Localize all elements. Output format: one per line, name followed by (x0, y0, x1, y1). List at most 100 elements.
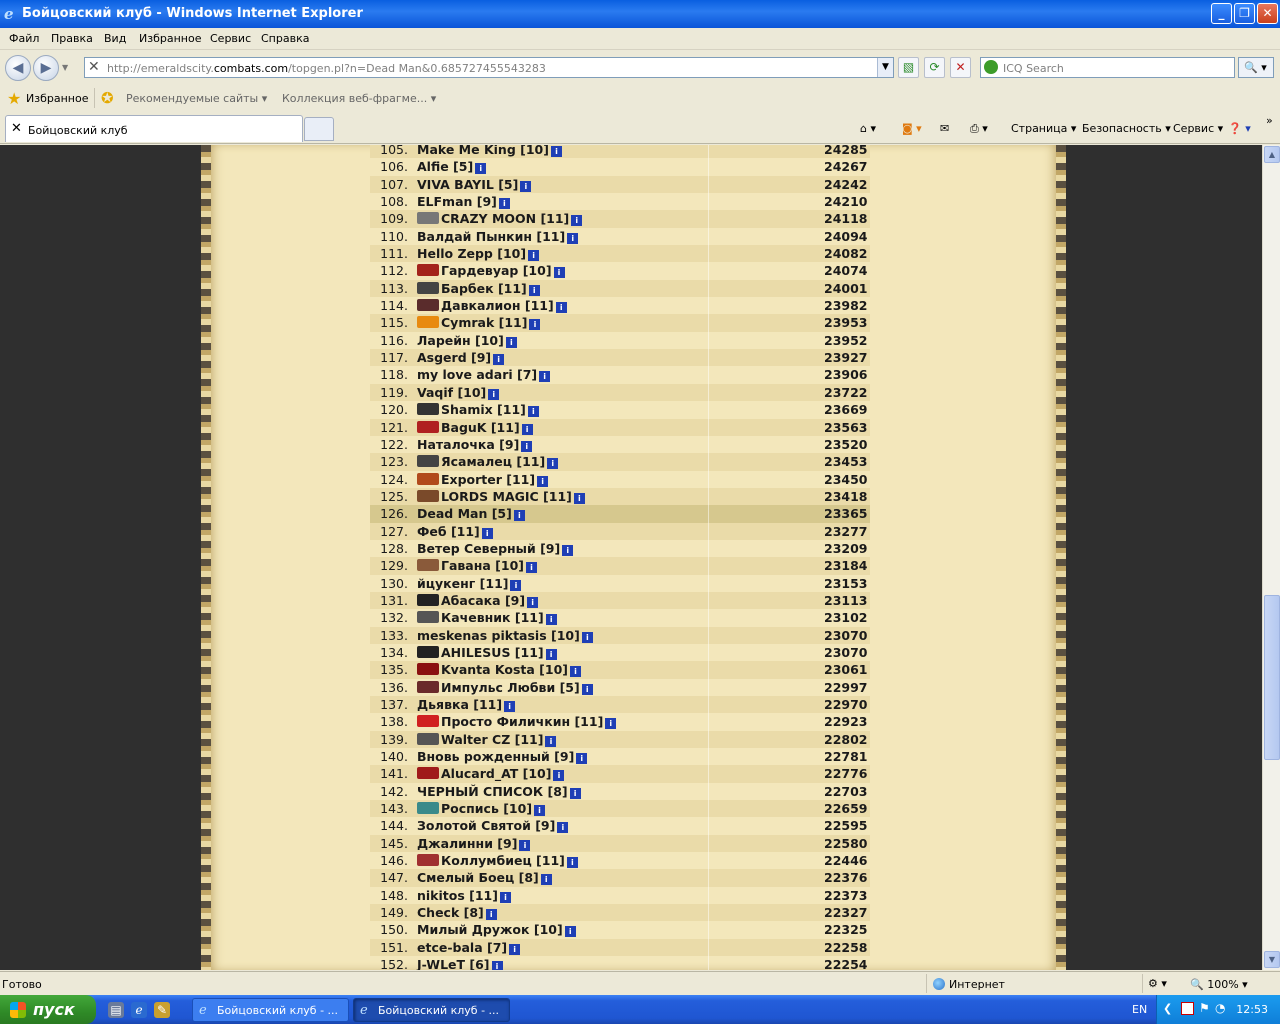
stop-icon[interactable]: ✕ (950, 57, 971, 78)
player-name[interactable]: AHILESUS [11] i (417, 645, 557, 660)
zoom-level[interactable]: 🔍 100% ▾ (1190, 978, 1248, 991)
player-name[interactable]: Ветер Северный [9] i (417, 541, 574, 556)
tray-chevron-icon[interactable]: ❮ (1163, 1002, 1172, 1015)
info-icon[interactable]: i (557, 822, 569, 834)
player-name[interactable]: Смелый Боец [8] i (417, 870, 552, 886)
clan-emblem-icon[interactable] (417, 767, 439, 780)
quicklaunch-app-icon[interactable]: ✎ (154, 1002, 170, 1018)
clan-emblem-icon[interactable] (417, 802, 439, 815)
close-button[interactable]: ✕ (1257, 3, 1278, 24)
info-icon[interactable]: i (510, 579, 522, 591)
clan-emblem-icon[interactable] (417, 715, 439, 728)
player-name[interactable]: meskenas piktasis [10] i (417, 628, 593, 643)
info-icon[interactable]: i (488, 388, 500, 400)
player-name[interactable]: Гавана [10] i (417, 558, 537, 574)
clan-emblem-icon[interactable] (417, 472, 439, 485)
suggested-sites-link[interactable]: Рекомендуемые сайты ▾ (126, 92, 267, 105)
info-icon[interactable]: i (493, 354, 505, 366)
menu-file[interactable]: Файл (9, 32, 39, 45)
menu-edit[interactable]: Правка (51, 32, 93, 45)
clan-emblem-icon[interactable] (417, 420, 439, 433)
player-name[interactable]: Walter CZ [11] i (417, 732, 557, 747)
protected-mode-icon[interactable]: ⚙ ▾ (1148, 977, 1167, 990)
info-icon[interactable]: i (562, 544, 574, 556)
player-name[interactable]: ЧЕРНЫЙ СПИСОК [8] i (417, 784, 581, 799)
forward-button[interactable]: ▶ (33, 55, 59, 81)
info-icon[interactable]: i (564, 926, 576, 938)
print-icon[interactable]: ⎙ ▾ (970, 122, 988, 136)
favorites-star-icon[interactable]: ★ (7, 89, 21, 108)
info-icon[interactable]: i (519, 839, 531, 851)
player-name[interactable]: Kvanta Kosta [10] i (417, 662, 582, 678)
player-name[interactable]: Абасака [9] i (417, 593, 539, 608)
clan-emblem-icon[interactable] (417, 212, 439, 225)
tab-active[interactable]: ✕ Бойцовский клуб (5, 115, 303, 142)
player-name[interactable]: Феб [11] i (417, 524, 493, 539)
player-name[interactable]: Дьявка [11] i (417, 697, 516, 712)
player-name[interactable]: Коллумбиец [11] i (417, 853, 578, 869)
page-menu[interactable]: Страница ▾ (1011, 122, 1076, 135)
vertical-scrollbar[interactable]: ▲ ▼ (1262, 145, 1280, 970)
info-icon[interactable]: i (571, 215, 583, 227)
info-icon[interactable]: i (505, 336, 517, 348)
player-name[interactable]: Make Me King [10] i (417, 145, 562, 157)
scroll-down-icon[interactable]: ▼ (1264, 951, 1280, 968)
favorites-button[interactable]: Избранное (26, 92, 88, 105)
info-icon[interactable]: i (570, 666, 582, 678)
history-dropdown-icon[interactable]: ▼ (62, 63, 68, 72)
info-icon[interactable]: i (555, 302, 567, 314)
info-icon[interactable]: i (553, 770, 565, 782)
start-button[interactable]: пуск (0, 995, 96, 1024)
info-icon[interactable]: i (567, 232, 579, 244)
player-name[interactable]: Вновь рожденный [9] i (417, 749, 588, 765)
clan-emblem-icon[interactable] (417, 611, 439, 624)
tools-menu[interactable]: Сервис ▾ (1173, 122, 1223, 135)
player-name[interactable]: Золотой Святой [9] i (417, 818, 569, 834)
info-icon[interactable]: i (566, 857, 578, 869)
info-icon[interactable]: i (509, 943, 521, 955)
player-name[interactable]: VIVA BAYIL [5] i (417, 177, 532, 192)
info-icon[interactable]: i (581, 683, 593, 695)
info-icon[interactable]: i (527, 596, 539, 608)
maximize-button[interactable]: ❐ (1234, 3, 1255, 24)
info-icon[interactable]: i (537, 475, 549, 487)
clan-emblem-icon[interactable] (417, 645, 439, 658)
quicklaunch-ie-icon[interactable]: e (131, 1002, 147, 1018)
info-icon[interactable]: i (491, 961, 503, 970)
clan-emblem-icon[interactable] (417, 680, 439, 693)
info-icon[interactable]: i (475, 163, 487, 175)
player-name[interactable]: Vaqif [10] i (417, 385, 500, 400)
clan-emblem-icon[interactable] (417, 403, 439, 416)
player-name[interactable]: Cymrak [11] i (417, 315, 541, 331)
player-name[interactable]: Ясамалец [11] i (417, 454, 559, 470)
quicklaunch-explorer-icon[interactable]: ▤ (108, 1002, 124, 1018)
info-icon[interactable]: i (520, 180, 532, 192)
player-name[interactable]: Alucard_AT [10] i (417, 766, 565, 782)
back-button[interactable]: ◀ (5, 55, 31, 81)
tray-app-icon[interactable] (1181, 1002, 1194, 1015)
info-icon[interactable]: i (605, 718, 617, 730)
new-tab-button[interactable] (304, 117, 334, 141)
player-name[interactable]: йцукенг [11] i (417, 576, 522, 591)
info-icon[interactable]: i (485, 909, 497, 921)
player-name[interactable]: CRAZY MOON [11] i (417, 211, 583, 227)
info-icon[interactable]: i (576, 753, 588, 765)
info-icon[interactable]: i (550, 146, 562, 157)
address-dropdown-icon[interactable]: ▼ (877, 58, 893, 77)
menu-view[interactable]: Вид (104, 32, 126, 45)
player-name[interactable]: my love adari [7] i (417, 367, 551, 383)
address-bar[interactable]: ✕ http://emeraldscity.combats.com/topgen… (84, 57, 894, 78)
info-icon[interactable]: i (498, 198, 510, 210)
player-name[interactable]: Импульс Любви [5] i (417, 680, 593, 695)
info-icon[interactable]: i (539, 371, 551, 383)
info-icon[interactable]: i (545, 735, 557, 747)
clan-emblem-icon[interactable] (417, 559, 439, 572)
add-favorite-icon[interactable]: ✪ (101, 89, 114, 107)
taskbar-button-1[interactable]: e Бойцовский клуб - ... (192, 998, 349, 1022)
player-name[interactable]: Валдай Пынкин [11] i (417, 229, 579, 244)
player-name[interactable]: Роспись [10] i (417, 801, 546, 817)
player-name[interactable]: etce-bala [7] i (417, 940, 521, 955)
player-name[interactable]: Барбек [11] i (417, 281, 540, 296)
compatibility-view-icon[interactable]: ▧ (898, 57, 919, 78)
player-name[interactable]: Exporter [11] i (417, 472, 549, 487)
